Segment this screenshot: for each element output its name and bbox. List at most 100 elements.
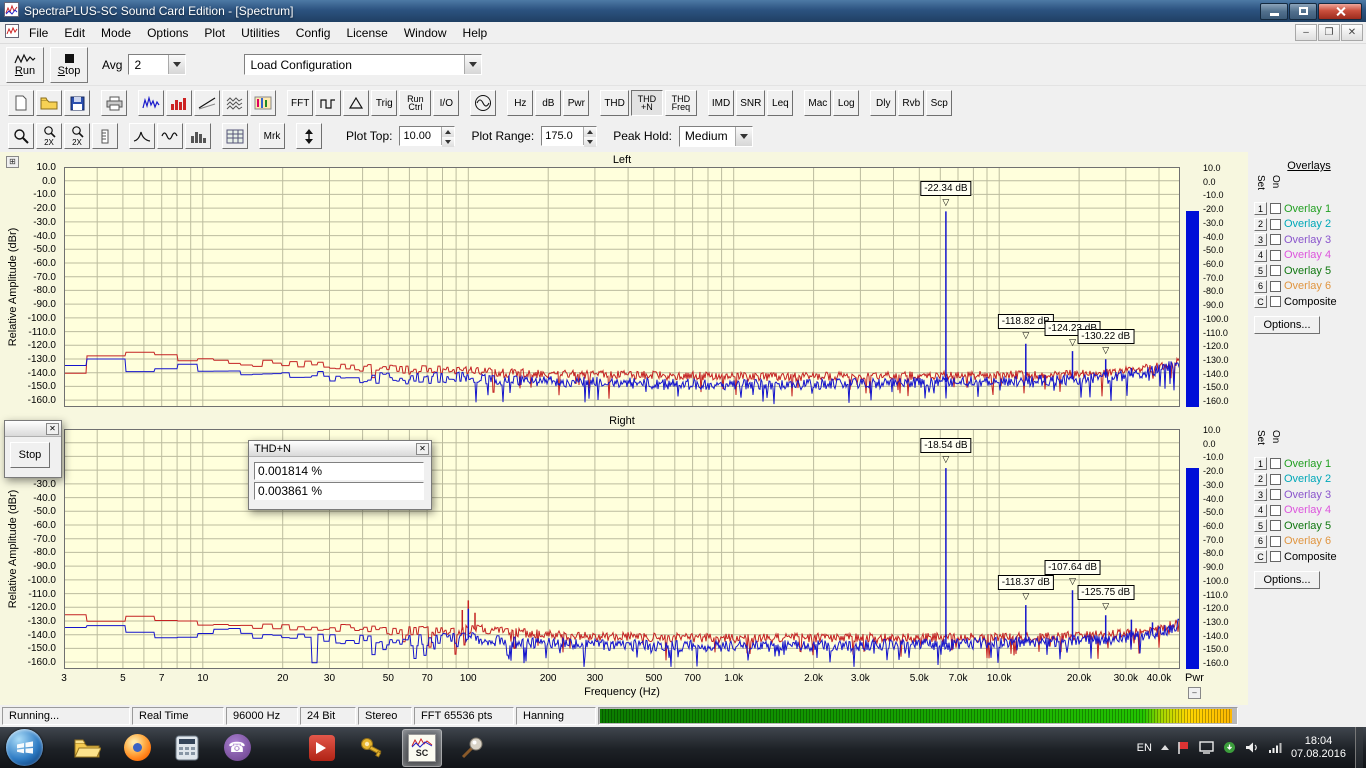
mdi-close-button[interactable]: ✕ — [1341, 24, 1363, 41]
db-button[interactable]: dB — [535, 90, 561, 116]
taskbar-media-player-button[interactable] — [302, 729, 342, 767]
mdi-minimize-button[interactable]: – — [1295, 24, 1317, 41]
menu-mode[interactable]: Mode — [93, 23, 139, 43]
peak-hold-select[interactable]: Medium — [679, 126, 753, 147]
peak-hold-arrow-icon[interactable] — [735, 127, 752, 146]
new-file-button[interactable] — [8, 90, 34, 116]
composite-set-button[interactable]: C — [1254, 550, 1267, 563]
menu-file[interactable]: File — [21, 23, 56, 43]
menu-license[interactable]: License — [338, 23, 395, 43]
thd-freq-button[interactable]: THD Freq — [665, 90, 697, 116]
overlays-options-button[interactable]: Options... — [1254, 316, 1320, 334]
log-button[interactable]: Log — [833, 90, 859, 116]
overlay-6-checkbox[interactable] — [1270, 536, 1281, 547]
open-file-button[interactable] — [36, 90, 62, 116]
taskbar-explorer-button[interactable] — [67, 729, 107, 767]
tray-display-icon[interactable] — [1199, 741, 1214, 754]
overlays-options-button[interactable]: Options... — [1254, 571, 1320, 589]
minimize-button[interactable] — [1260, 3, 1288, 20]
zoom-in-2x-button[interactable]: 2X — [36, 123, 62, 149]
snr-button[interactable]: SNR — [736, 90, 765, 116]
slope-mode-button[interactable] — [194, 90, 220, 116]
composite-checkbox[interactable] — [1270, 551, 1281, 562]
marker-button[interactable]: Mrk — [259, 123, 285, 149]
menu-help[interactable]: Help — [455, 23, 496, 43]
trigger-button[interactable]: Trig — [371, 90, 397, 116]
thd-n-titlebar[interactable]: THD+N ✕ — [249, 441, 431, 457]
overlay-5-checkbox[interactable] — [1270, 265, 1281, 276]
overlay-4-checkbox[interactable] — [1270, 250, 1281, 261]
language-indicator[interactable]: EN — [1137, 742, 1152, 754]
waveform-view-button[interactable] — [157, 123, 183, 149]
taskbar-keys-app-button[interactable] — [352, 729, 392, 767]
overlay-2-set-button[interactable]: 2 — [1254, 473, 1267, 486]
pwr-button[interactable]: Pwr — [563, 90, 589, 116]
overlay-5-set-button[interactable]: 5 — [1254, 264, 1267, 277]
run-button[interactable]: Run — [6, 47, 44, 83]
narrowband-mode-button[interactable] — [138, 90, 164, 116]
mdi-restore-button[interactable]: ❐ — [1318, 24, 1340, 41]
vertical-scale-button[interactable] — [296, 123, 322, 149]
taskbar-clock[interactable]: 18:04 07.08.2016 — [1291, 735, 1346, 761]
thd-button[interactable]: THD — [600, 90, 629, 116]
display-options-button[interactable] — [222, 123, 248, 149]
overlay-3-set-button[interactable]: 3 — [1254, 488, 1267, 501]
close-button[interactable] — [1318, 3, 1362, 20]
imd-button[interactable]: IMD — [708, 90, 734, 116]
stop-float-close-button[interactable]: ✕ — [46, 423, 59, 435]
unzoom-button[interactable] — [92, 123, 118, 149]
zoom-out-2x-button[interactable]: 2X — [64, 123, 90, 149]
taskbar-firefox-button[interactable] — [117, 729, 157, 767]
overlay-1-set-button[interactable]: 1 — [1254, 202, 1267, 215]
delay-button[interactable]: Dly — [870, 90, 896, 116]
composite-set-button[interactable]: C — [1254, 295, 1267, 308]
print-button[interactable] — [101, 90, 127, 116]
overlay-6-checkbox[interactable] — [1270, 281, 1281, 292]
phase-button[interactable] — [343, 90, 369, 116]
thd-n-button[interactable]: THD +N — [631, 90, 663, 116]
overlay-3-checkbox[interactable] — [1270, 489, 1281, 500]
run-control-button[interactable]: Run Ctrl — [399, 90, 431, 116]
taskbar-viber-button[interactable]: ☎ — [217, 729, 257, 767]
mdi-child-icon[interactable] — [5, 24, 19, 41]
zoom-button[interactable] — [8, 123, 34, 149]
stop-float-titlebar[interactable]: ✕ — [5, 421, 61, 437]
floating-stop-button[interactable]: Stop — [10, 442, 50, 468]
taskbar-calculator-button[interactable] — [167, 729, 207, 767]
io-button[interactable]: I/O — [433, 90, 459, 116]
avg-dropdown-arrow-icon[interactable] — [168, 55, 185, 74]
tray-volume-icon[interactable] — [1245, 741, 1259, 754]
tray-network-icon[interactable] — [1268, 741, 1282, 754]
left-spectrum-plot[interactable]: -22.34 dB▽-118.82 dB▽-124.23 dB▽-130.22 … — [64, 167, 1180, 407]
plot-range-spinner[interactable]: 175.0 — [541, 126, 597, 146]
macro-button[interactable]: Mac — [804, 90, 831, 116]
leq-button[interactable]: Leq — [767, 90, 793, 116]
menu-config[interactable]: Config — [288, 23, 339, 43]
histogram-button[interactable] — [185, 123, 211, 149]
spectrogram-mode-button[interactable] — [250, 90, 276, 116]
overlay-1-checkbox[interactable] — [1270, 458, 1281, 469]
avg-select[interactable]: 2 — [128, 54, 186, 75]
load-configuration-select[interactable]: Load Configuration — [244, 54, 482, 75]
maximize-button[interactable] — [1289, 3, 1317, 20]
overlay-3-set-button[interactable]: 3 — [1254, 233, 1267, 246]
fft-settings-button[interactable]: FFT — [287, 90, 313, 116]
reverb-button[interactable]: Rvb — [898, 90, 924, 116]
show-hidden-icons-button[interactable] — [1161, 741, 1169, 750]
menu-edit[interactable]: Edit — [56, 23, 93, 43]
peak-curve-button[interactable] — [129, 123, 155, 149]
overlay-2-checkbox[interactable] — [1270, 474, 1281, 485]
overlay-4-set-button[interactable]: 4 — [1254, 504, 1267, 517]
thd-n-close-button[interactable]: ✕ — [416, 443, 429, 455]
menu-window[interactable]: Window — [396, 23, 455, 43]
taskbar-paint-app-button[interactable] — [452, 729, 492, 767]
overlay-3-checkbox[interactable] — [1270, 234, 1281, 245]
scope-button[interactable]: Scp — [926, 90, 952, 116]
overlay-6-set-button[interactable]: 6 — [1254, 535, 1267, 548]
pwr-minimize-box[interactable]: – — [1188, 687, 1201, 699]
taskbar-spectraplus-button[interactable]: SC — [402, 729, 442, 767]
overlay-1-checkbox[interactable] — [1270, 203, 1281, 214]
overlay-4-set-button[interactable]: 4 — [1254, 249, 1267, 262]
hz-button[interactable]: Hz — [507, 90, 533, 116]
overlay-6-set-button[interactable]: 6 — [1254, 280, 1267, 293]
